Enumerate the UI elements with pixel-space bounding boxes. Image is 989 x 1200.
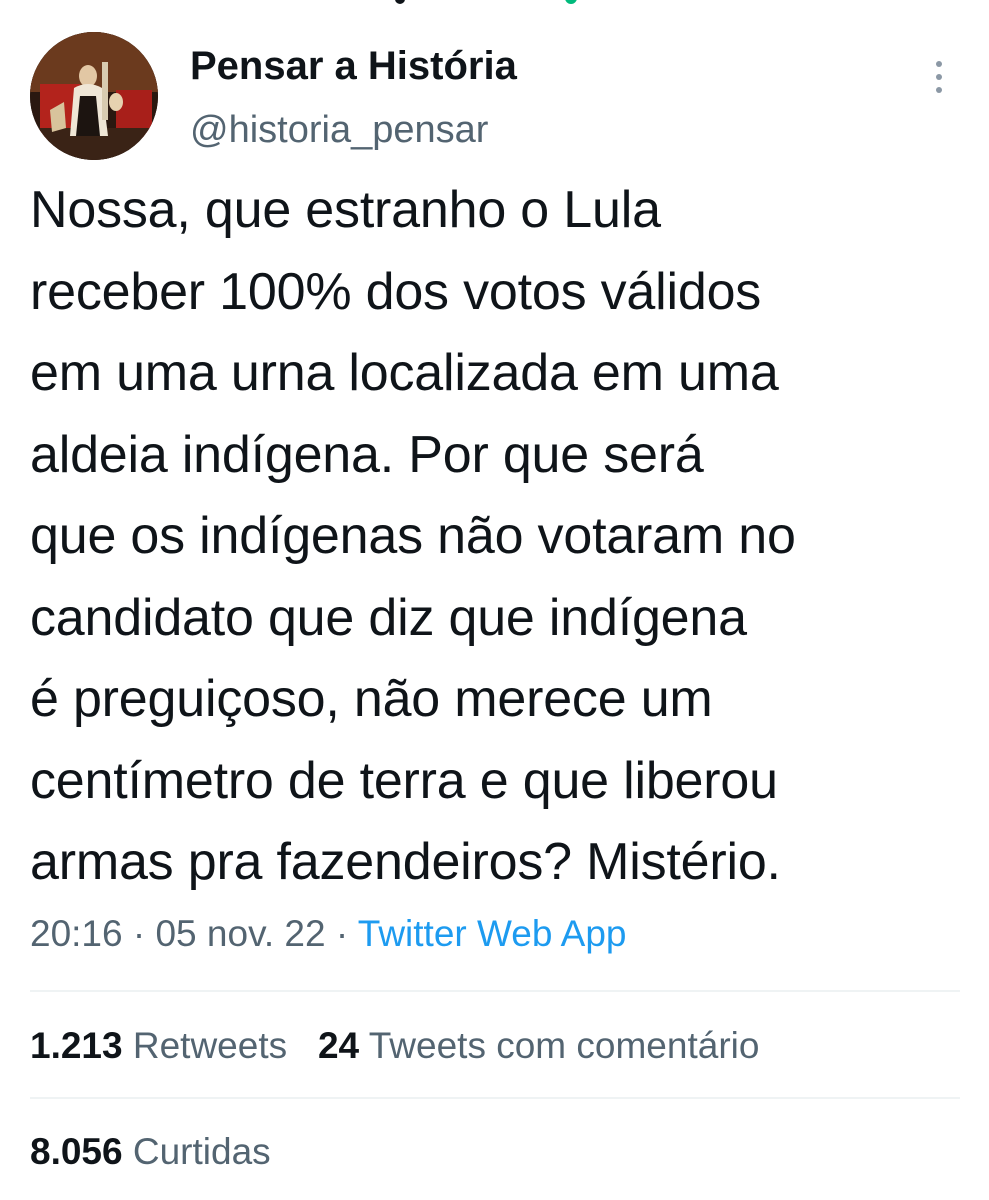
tweet-metadata: 20:16 · 05 nov. 22 · Twitter Web App xyxy=(30,910,627,958)
more-options-button[interactable] xyxy=(922,52,956,102)
previous-content-fragment xyxy=(0,0,989,10)
avatar[interactable] xyxy=(30,32,158,160)
tweet-date[interactable]: 05 nov. 22 xyxy=(155,913,325,954)
likes-stats-row: 8.056 Curtidas xyxy=(30,1128,271,1176)
likes-stat[interactable]: 8.056 Curtidas xyxy=(30,1131,271,1172)
meta-separator: · xyxy=(122,913,156,954)
likes-label: Curtidas xyxy=(132,1131,271,1172)
tweet-text: Nossa, que estranho o Lula receber 100% … xyxy=(30,181,796,891)
quote-tweets-label: Tweets com comentário xyxy=(368,1025,760,1066)
retweets-count: 1.213 xyxy=(30,1025,123,1066)
retweets-stat[interactable]: 1.213 Retweets xyxy=(30,1025,287,1066)
divider xyxy=(30,1097,960,1099)
retweets-label: Retweets xyxy=(132,1025,288,1066)
quote-tweets-stat[interactable]: 24 Tweets com comentário xyxy=(318,1025,760,1066)
likes-count: 8.056 xyxy=(30,1131,123,1172)
engagement-stats-row: 1.213 Retweets 24 Tweets com comentário xyxy=(30,1022,759,1070)
quote-tweets-count: 24 xyxy=(317,1025,360,1066)
more-vertical-icon xyxy=(936,61,942,67)
avatar-painting-image xyxy=(30,32,158,160)
tweet-header: Pensar a História @historia_pensar xyxy=(30,30,960,162)
tweet-source-link[interactable]: Twitter Web App xyxy=(358,913,627,954)
divider xyxy=(30,990,960,992)
tweet-time[interactable]: 20:16 xyxy=(30,913,123,954)
display-name[interactable]: Pensar a História xyxy=(190,42,517,90)
user-handle[interactable]: @historia_pensar xyxy=(190,107,488,153)
meta-separator: · xyxy=(325,913,358,954)
